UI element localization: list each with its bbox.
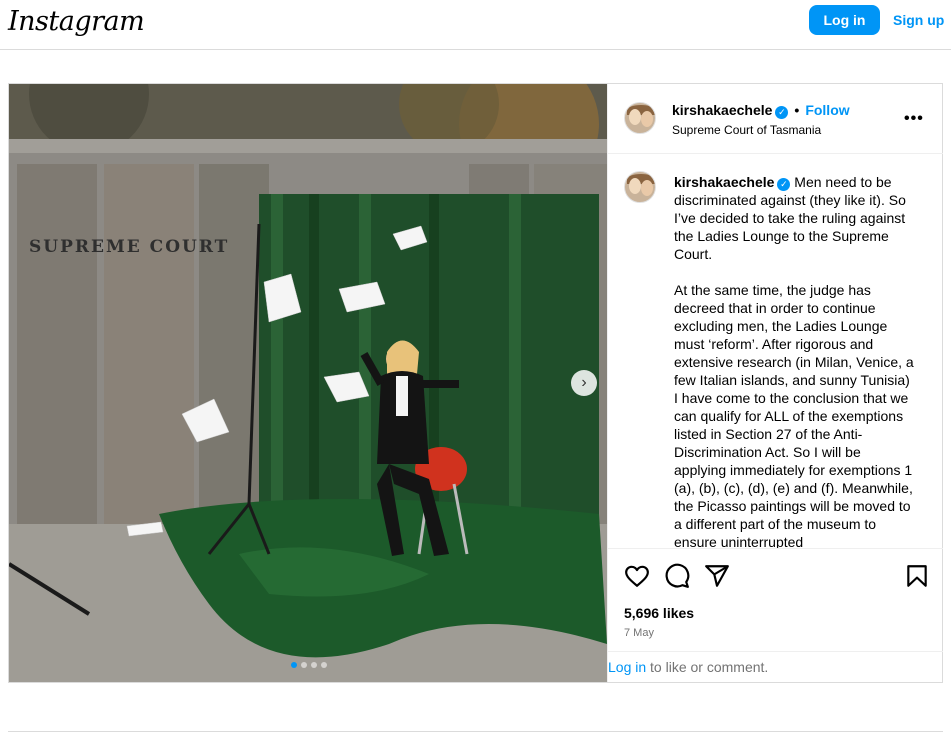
verified-badge-icon: ✓	[777, 178, 791, 191]
avatar[interactable]	[624, 102, 656, 134]
signup-button[interactable]: Sign up	[893, 5, 944, 35]
comment-icon[interactable]	[664, 563, 690, 589]
photo-illustration: SUPREME COURT	[9, 84, 607, 682]
comment-prompt-text: to like or comment.	[646, 659, 769, 675]
carousel-indicator	[291, 662, 327, 668]
divider	[8, 731, 943, 732]
caption-avatar[interactable]	[624, 171, 656, 203]
instagram-logo[interactable]: Instagram	[8, 6, 145, 37]
separator: •	[794, 102, 800, 118]
verified-badge-icon: ✓	[775, 106, 789, 119]
share-icon[interactable]	[704, 563, 730, 589]
carousel-dot	[301, 662, 307, 668]
username-link[interactable]: kirshakaechele	[672, 102, 772, 118]
caption-text: kirshakaechele ✓ Men need to be discrimin…	[674, 173, 914, 548]
caption-area[interactable]: kirshakaechele ✓ Men need to be discrimin…	[608, 155, 943, 548]
header-user-line: kirshakaechele ✓ • Follow	[672, 102, 850, 119]
post-sidebar: kirshakaechele ✓ • Follow Supreme Court of …	[607, 84, 943, 682]
carousel-dot	[291, 662, 297, 668]
caption-paragraph-2: At the same time, the judge has decreed …	[674, 282, 914, 548]
carousel-dot	[311, 662, 317, 668]
location-link[interactable]: Supreme Court of Tasmania	[672, 123, 821, 137]
comment-login-link[interactable]: Log in	[608, 659, 646, 675]
post-image[interactable]: SUPREME COURT ›	[9, 84, 607, 682]
more-options-icon[interactable]: •••	[904, 110, 924, 128]
comment-prompt: Log in to like or comment.	[608, 651, 943, 682]
sign-text: SUPREME COURT	[29, 237, 229, 257]
action-bar: 5,696 likes 7 May	[608, 548, 943, 651]
like-count[interactable]: 5,696 likes	[624, 605, 694, 621]
post-date[interactable]: 7 May	[624, 627, 654, 639]
login-button[interactable]: Log in	[809, 5, 880, 35]
top-bar: Instagram Log in Sign up	[0, 0, 951, 50]
carousel-dot	[321, 662, 327, 668]
follow-button[interactable]: Follow	[805, 102, 849, 118]
bookmark-icon[interactable]	[904, 563, 930, 589]
post-header: kirshakaechele ✓ • Follow Supreme Court of …	[608, 84, 943, 154]
caption-username[interactable]: kirshakaechele	[674, 174, 774, 190]
post-card: SUPREME COURT › kirshakaechele ✓ • Follo…	[8, 83, 943, 683]
next-slide-button[interactable]: ›	[571, 370, 597, 396]
heart-icon[interactable]	[624, 563, 650, 589]
